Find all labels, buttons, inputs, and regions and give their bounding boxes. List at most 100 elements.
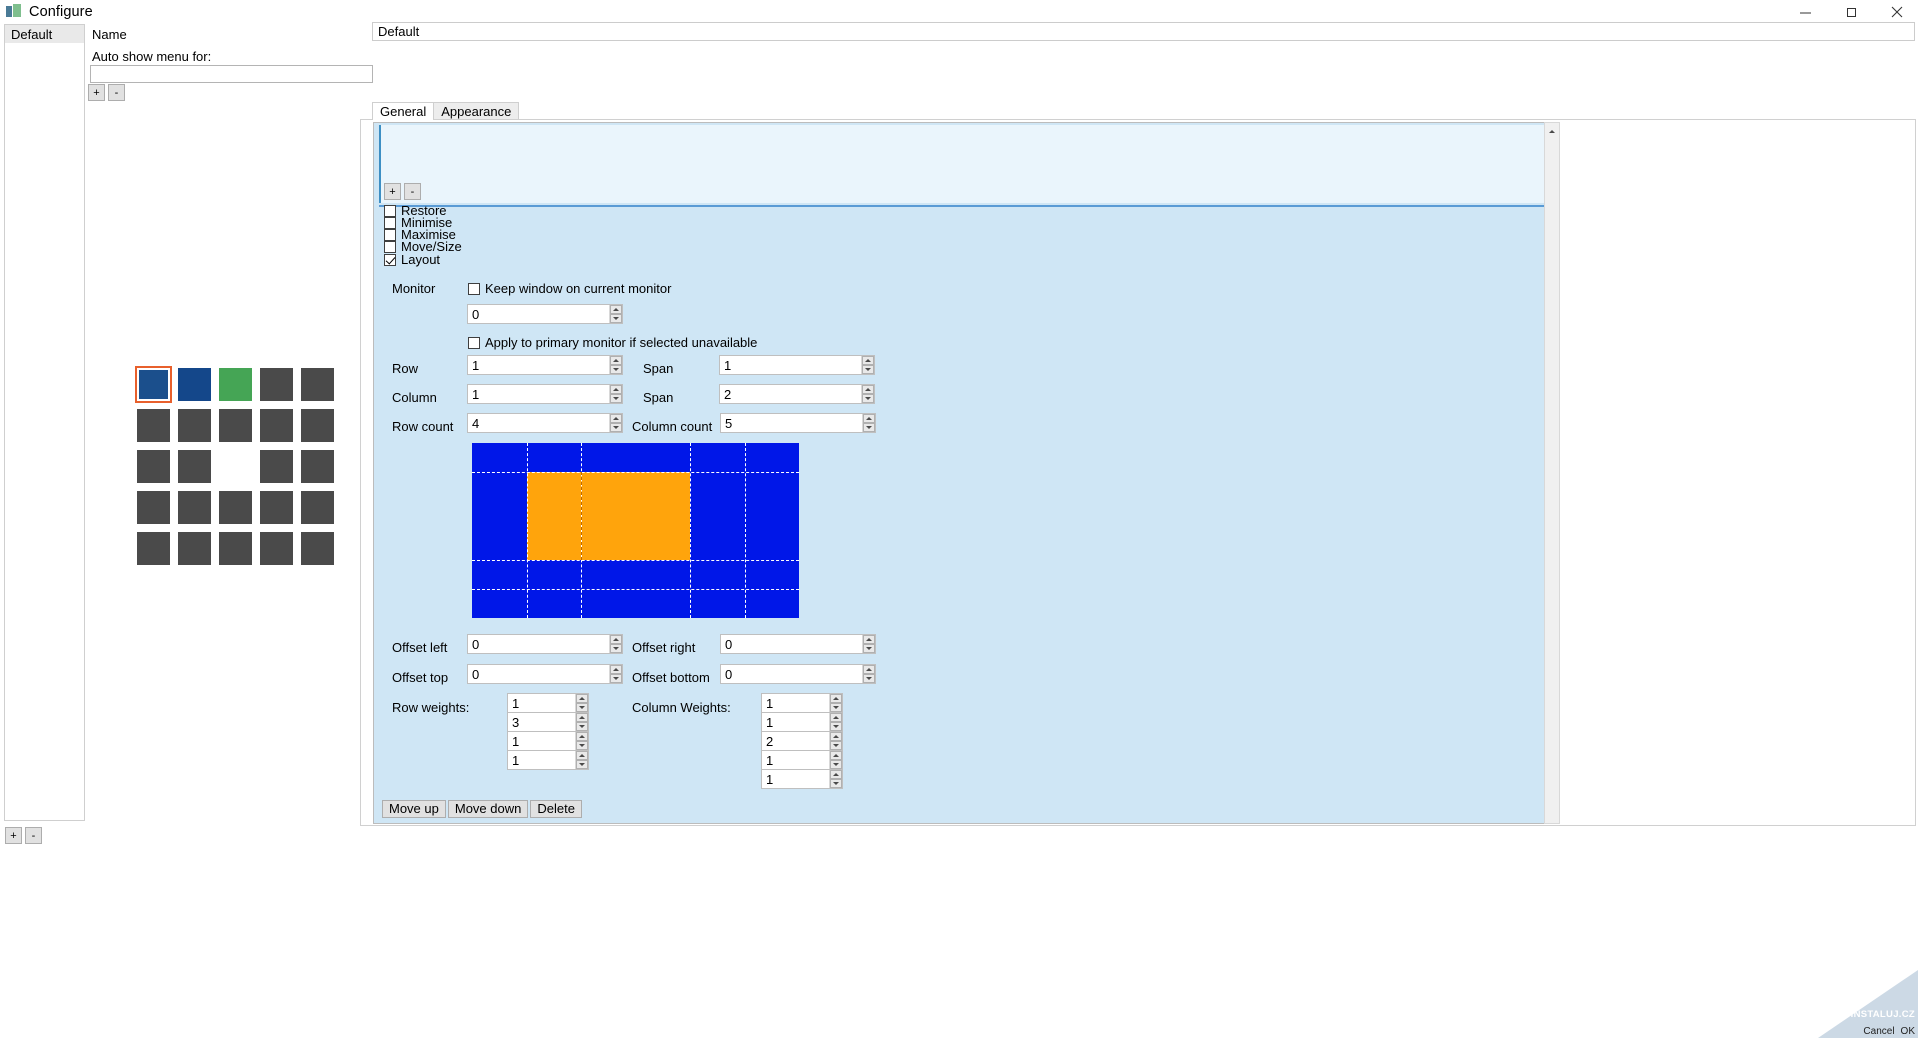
spinner-up-icon[interactable] bbox=[830, 713, 842, 722]
spinner-buttons[interactable] bbox=[609, 665, 622, 683]
checkbox-box[interactable] bbox=[468, 337, 480, 349]
offset-right-spinner[interactable]: 0 bbox=[720, 634, 876, 654]
spinner-up-icon[interactable] bbox=[610, 305, 622, 314]
row-weight-value[interactable]: 1 bbox=[508, 732, 575, 750]
spinner-up-icon[interactable] bbox=[610, 356, 622, 365]
row-weight-value[interactable]: 3 bbox=[508, 713, 575, 731]
layout-thumbnail[interactable] bbox=[297, 528, 338, 569]
spinner-down-icon[interactable] bbox=[576, 722, 588, 731]
monitor-index-spinner[interactable]: 0 bbox=[467, 304, 623, 324]
spinner-up-icon[interactable] bbox=[863, 665, 875, 674]
spinner-down-icon[interactable] bbox=[576, 760, 588, 769]
spinner-up-icon[interactable] bbox=[830, 732, 842, 741]
column-value[interactable]: 1 bbox=[468, 385, 609, 403]
column-weights-list[interactable]: 11211 bbox=[761, 693, 843, 788]
checkbox-keep-window-on-monitor[interactable]: Keep window on current monitor bbox=[468, 281, 671, 296]
tab-general[interactable]: General bbox=[372, 102, 434, 120]
spinner-down-icon[interactable] bbox=[610, 365, 622, 374]
move-up-button[interactable]: Move up bbox=[382, 800, 446, 818]
spinner-down-icon[interactable] bbox=[863, 674, 875, 683]
spinner-down-icon[interactable] bbox=[830, 703, 842, 712]
layout-thumbnail[interactable] bbox=[215, 446, 256, 487]
layout-thumbnail[interactable] bbox=[256, 528, 297, 569]
layout-thumbnail[interactable] bbox=[215, 487, 256, 528]
column-weight-value[interactable]: 1 bbox=[762, 770, 829, 788]
layout-thumbnail[interactable] bbox=[133, 405, 174, 446]
spinner-buttons[interactable] bbox=[861, 385, 874, 403]
profile-list[interactable]: Default bbox=[4, 24, 85, 821]
layout-thumbnail[interactable] bbox=[256, 364, 297, 405]
auto-show-input[interactable] bbox=[90, 65, 373, 83]
spinner-up-icon[interactable] bbox=[830, 770, 842, 779]
spinner-down-icon[interactable] bbox=[576, 703, 588, 712]
column-weight-spinner[interactable]: 1 bbox=[761, 750, 843, 770]
row-weight-spinner[interactable]: 1 bbox=[507, 731, 589, 751]
column-count-spinner[interactable]: 5 bbox=[720, 413, 876, 433]
spinner-down-icon[interactable] bbox=[863, 644, 875, 653]
spinner-down-icon[interactable] bbox=[863, 423, 875, 432]
offset-top-value[interactable]: 0 bbox=[468, 665, 609, 683]
spinner-up-icon[interactable] bbox=[610, 635, 622, 644]
layout-thumbnail-grid[interactable] bbox=[133, 364, 338, 569]
spinner-down-icon[interactable] bbox=[576, 741, 588, 750]
spinner-buttons[interactable] bbox=[862, 414, 875, 432]
checkbox-apply-primary-monitor[interactable]: Apply to primary monitor if selected una… bbox=[468, 335, 757, 350]
spinner-buttons[interactable] bbox=[609, 356, 622, 374]
spinner-buttons[interactable] bbox=[829, 770, 842, 788]
list-item[interactable]: Default bbox=[5, 25, 84, 43]
row-weight-spinner[interactable]: 3 bbox=[507, 712, 589, 732]
row-span-spinner[interactable]: 1 bbox=[719, 355, 875, 375]
column-span-spinner[interactable]: 2 bbox=[719, 384, 875, 404]
spinner-buttons[interactable] bbox=[575, 751, 588, 769]
layout-thumbnail[interactable] bbox=[133, 487, 174, 528]
column-weight-value[interactable]: 1 bbox=[762, 751, 829, 769]
grid-preview[interactable] bbox=[472, 443, 799, 618]
cancel-button[interactable]: Cancel bbox=[1863, 1026, 1894, 1037]
spinner-down-icon[interactable] bbox=[862, 365, 874, 374]
column-spinner[interactable]: 1 bbox=[467, 384, 623, 404]
layout-thumbnail[interactable] bbox=[215, 528, 256, 569]
checkbox-box[interactable] bbox=[384, 241, 396, 253]
add-action-button[interactable]: + bbox=[384, 183, 401, 200]
offset-left-spinner[interactable]: 0 bbox=[467, 634, 623, 654]
name-input[interactable]: Default bbox=[372, 22, 1915, 41]
spinner-buttons[interactable] bbox=[609, 385, 622, 403]
remove-auto-show-button[interactable]: - bbox=[108, 84, 125, 101]
spinner-buttons[interactable] bbox=[575, 713, 588, 731]
action-list[interactable] bbox=[379, 125, 1544, 203]
layout-thumbnail[interactable] bbox=[174, 528, 215, 569]
spinner-buttons[interactable] bbox=[609, 305, 622, 323]
ok-button[interactable]: OK bbox=[1901, 1026, 1915, 1037]
spinner-down-icon[interactable] bbox=[830, 779, 842, 788]
row-count-value[interactable]: 4 bbox=[468, 414, 609, 432]
spinner-up-icon[interactable] bbox=[862, 385, 874, 394]
row-weight-value[interactable]: 1 bbox=[508, 751, 575, 769]
row-weight-spinner[interactable]: 1 bbox=[507, 750, 589, 770]
offset-right-value[interactable]: 0 bbox=[721, 635, 862, 653]
layout-thumbnail[interactable] bbox=[256, 405, 297, 446]
offset-bottom-value[interactable]: 0 bbox=[721, 665, 862, 683]
spinner-up-icon[interactable] bbox=[610, 385, 622, 394]
spinner-up-icon[interactable] bbox=[576, 732, 588, 741]
column-weight-value[interactable]: 2 bbox=[762, 732, 829, 750]
column-weight-value[interactable]: 1 bbox=[762, 713, 829, 731]
layout-thumbnail[interactable] bbox=[215, 364, 256, 405]
spinner-buttons[interactable] bbox=[575, 732, 588, 750]
column-span-value[interactable]: 2 bbox=[720, 385, 861, 403]
spinner-buttons[interactable] bbox=[829, 713, 842, 731]
scroll-up-icon[interactable] bbox=[1545, 123, 1559, 139]
spinner-buttons[interactable] bbox=[829, 694, 842, 712]
spinner-up-icon[interactable] bbox=[863, 414, 875, 423]
row-weight-value[interactable]: 1 bbox=[508, 694, 575, 712]
spinner-up-icon[interactable] bbox=[610, 414, 622, 423]
spinner-down-icon[interactable] bbox=[610, 644, 622, 653]
spinner-buttons[interactable] bbox=[862, 665, 875, 683]
remove-action-button[interactable]: - bbox=[404, 183, 421, 200]
layout-thumbnail[interactable] bbox=[133, 446, 174, 487]
layout-thumbnail[interactable] bbox=[174, 446, 215, 487]
maximize-icon[interactable] bbox=[1828, 0, 1874, 24]
spinner-up-icon[interactable] bbox=[576, 713, 588, 722]
layout-thumbnail[interactable] bbox=[297, 405, 338, 446]
layout-thumbnail[interactable] bbox=[133, 528, 174, 569]
spinner-down-icon[interactable] bbox=[610, 314, 622, 323]
